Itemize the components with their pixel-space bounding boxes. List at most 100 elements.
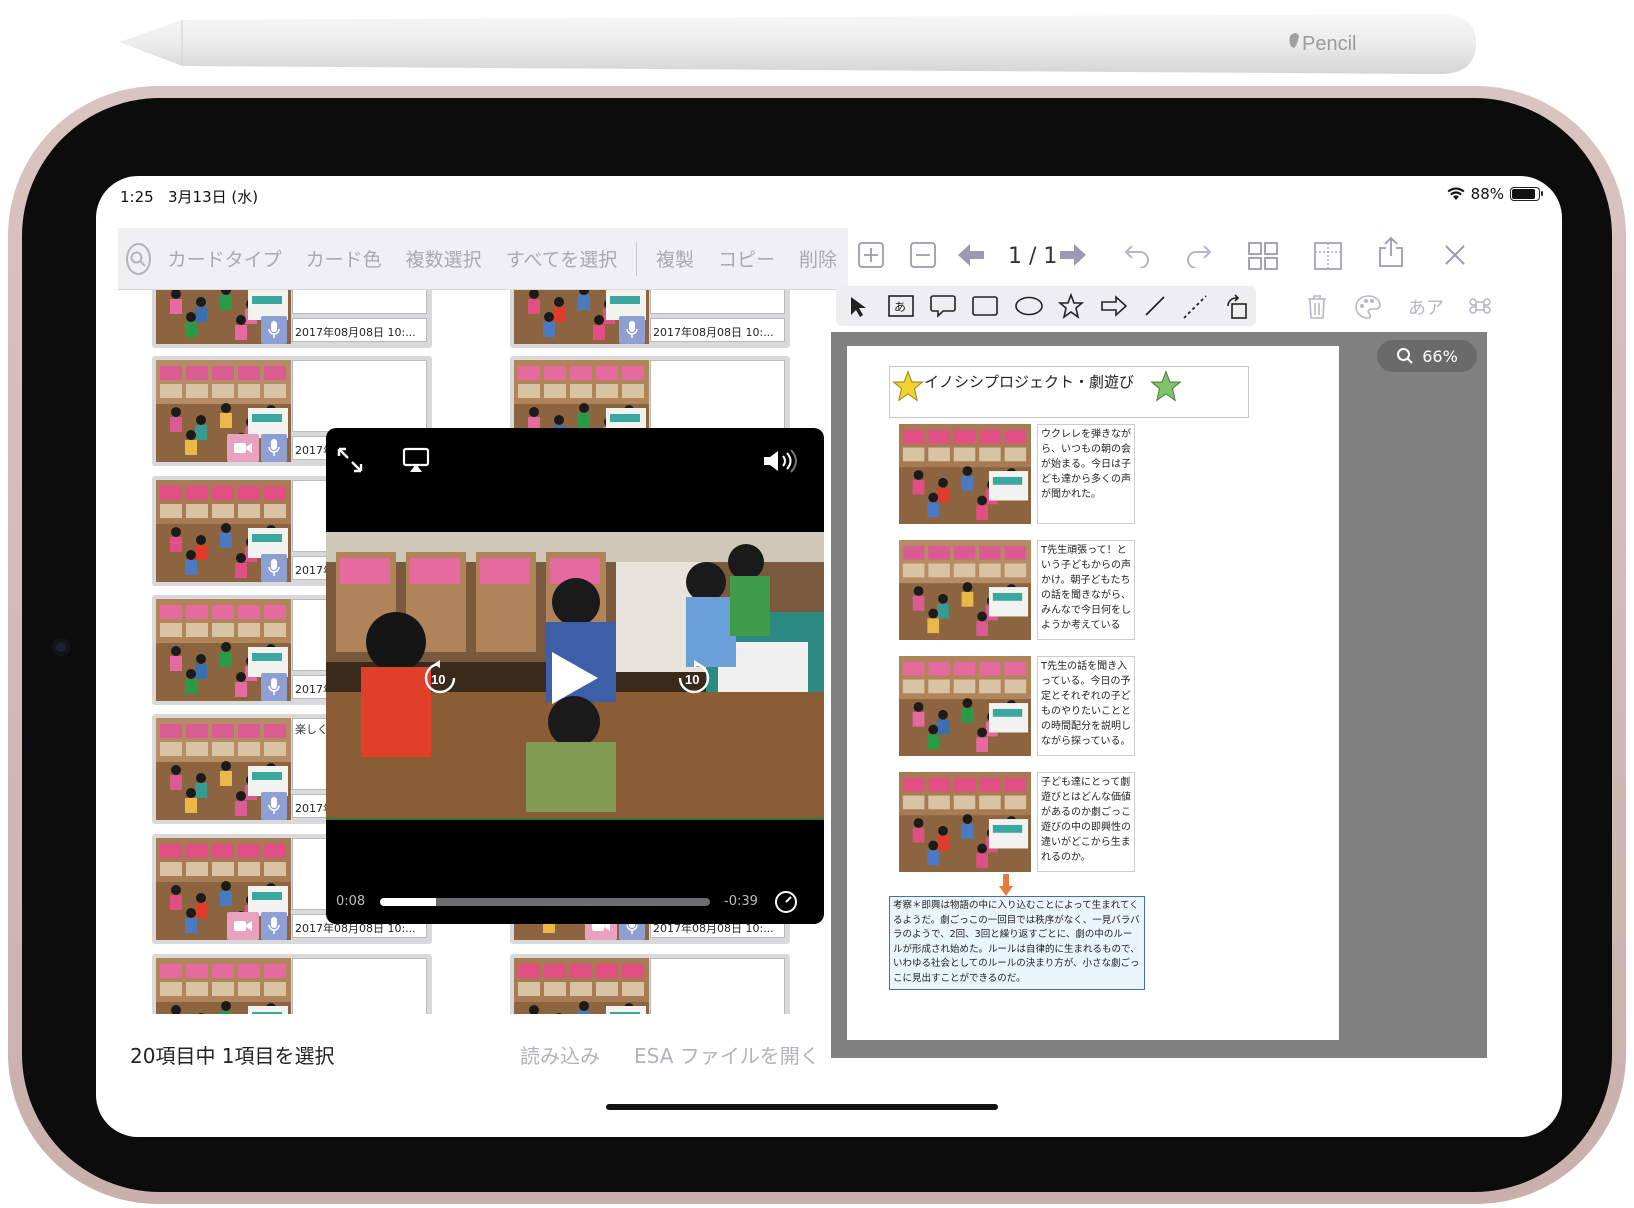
card-item[interactable]: 2017年08月08日 10:... bbox=[152, 954, 432, 1014]
card-item[interactable]: 2017年08月08日 10:... bbox=[510, 954, 790, 1014]
playback-speed-icon[interactable] bbox=[774, 890, 798, 914]
trash-icon[interactable] bbox=[1306, 294, 1328, 320]
add-page-icon[interactable] bbox=[858, 242, 884, 268]
yellow-star-icon bbox=[892, 370, 924, 402]
skip-back-icon[interactable]: 10 bbox=[422, 660, 458, 696]
volume-icon[interactable] bbox=[762, 448, 800, 474]
search-icon[interactable] bbox=[126, 242, 151, 275]
prev-page-icon[interactable] bbox=[956, 242, 986, 268]
card-footer: 20項目中 1項目を選択 読み込み ESA ファイルを開く bbox=[118, 1014, 848, 1108]
video-camera-icon bbox=[227, 912, 259, 940]
close-icon[interactable] bbox=[1444, 244, 1466, 266]
zoom-icon bbox=[1397, 348, 1413, 364]
microphone-icon bbox=[261, 912, 287, 940]
card-photo bbox=[514, 958, 649, 1014]
skip-forward-label: 10 bbox=[685, 672, 699, 687]
next-page-icon[interactable] bbox=[1058, 242, 1088, 268]
selection-count: 20項目中 1項目を選択 bbox=[130, 1044, 335, 1068]
card-info bbox=[292, 360, 427, 432]
note-text: T先生の話を聞き入っている。今日の予定とそれぞれの子どものやりたいこととの時間配… bbox=[1037, 656, 1135, 756]
card-item[interactable]: 子ども達の 2017年08月08日 10:... bbox=[510, 290, 790, 348]
layout-guide-icon[interactable] bbox=[1314, 242, 1342, 270]
apple-pencil: Pencil bbox=[120, 14, 1476, 74]
photo-note-row[interactable]: ウクレレを弾きながら、いつもの朝の会が始まる。今日は子ども達から多くの声が聞かれ… bbox=[899, 424, 1135, 524]
video-player[interactable]: 10 10 0:08 -0:39 bbox=[326, 428, 824, 924]
copy-button[interactable]: コピー bbox=[707, 245, 786, 272]
star-icon[interactable] bbox=[1058, 293, 1084, 319]
open-esa-button[interactable]: ESA ファイルを開く bbox=[634, 1040, 820, 1069]
command-icon[interactable] bbox=[1468, 294, 1492, 318]
photo-note-row[interactable]: T先生の話を聞き入っている。今日の予定とそれぞれの子どものやりたいこととの時間配… bbox=[899, 656, 1135, 756]
play-icon[interactable] bbox=[548, 650, 600, 706]
card-info bbox=[650, 958, 785, 1014]
grid-view-icon[interactable] bbox=[1248, 242, 1278, 270]
remove-page-icon[interactable] bbox=[910, 242, 936, 268]
fullscreen-icon[interactable] bbox=[336, 446, 364, 474]
home-indicator[interactable] bbox=[606, 1104, 998, 1110]
undo-icon[interactable] bbox=[1124, 242, 1152, 268]
document-page[interactable]: イノシシプロジェクト・劇遊び ウクレレを弾きながら、いつもの朝の会が始まる。今日… bbox=[847, 346, 1339, 1040]
card-type-button[interactable]: カードタイプ bbox=[157, 245, 293, 272]
delete-button[interactable]: 削除 bbox=[788, 245, 848, 272]
share-icon[interactable] bbox=[1378, 236, 1404, 268]
microphone-icon bbox=[261, 792, 287, 820]
ellipse-icon[interactable] bbox=[1014, 296, 1044, 316]
note-photo bbox=[899, 424, 1031, 524]
text-box-icon[interactable]: あ bbox=[888, 295, 914, 317]
card-info bbox=[292, 958, 427, 1014]
toolbar-divider bbox=[636, 241, 637, 276]
microphone-icon bbox=[261, 316, 287, 344]
conclusion-note[interactable]: 考察＊即興は物語の中に入り込むことによって生まれてくるようだ。劇ごっこの一回目で… bbox=[889, 896, 1145, 990]
wifi-icon bbox=[1447, 187, 1465, 200]
status-bar: 1:25 3月13日 (水) 88% bbox=[96, 176, 1562, 212]
card-info: 楽しく bbox=[292, 290, 427, 314]
arrow-shape-icon[interactable] bbox=[1100, 295, 1128, 317]
drawing-toolbar: あ あア bbox=[836, 284, 1541, 330]
card-color-button[interactable]: カード色 bbox=[295, 245, 393, 272]
video-elapsed: 0:08 bbox=[336, 894, 366, 909]
page-title: イノシシプロジェクト・劇遊び bbox=[924, 373, 1135, 391]
down-arrow-icon bbox=[999, 874, 1013, 896]
rotate-icon[interactable] bbox=[1224, 294, 1250, 320]
video-camera-icon bbox=[227, 434, 259, 462]
shape-tools: あ bbox=[836, 286, 1256, 326]
select-all-button[interactable]: すべてを選択 bbox=[495, 245, 629, 272]
card-toolbar: カードタイプ カード色 複数選択 すべてを選択 複製 コピー 削除 bbox=[118, 228, 848, 290]
green-star-icon bbox=[1150, 370, 1182, 402]
card-date: 2017年08月08日 10:... bbox=[292, 318, 427, 342]
note-text: ウクレレを弾きながら、いつもの朝の会が始まる。今日は子ども達から多くの声が聞かれ… bbox=[1037, 424, 1135, 524]
skip-forward-icon[interactable]: 10 bbox=[676, 660, 712, 696]
redo-icon[interactable] bbox=[1184, 242, 1212, 268]
video-scrubber[interactable] bbox=[380, 898, 710, 906]
dashed-line-icon[interactable] bbox=[1182, 294, 1208, 320]
speech-bubble-icon[interactable] bbox=[930, 294, 956, 318]
photo-note-row[interactable]: 子ども達にとって劇遊びとはどんな価値があるのか劇ごっこ遊びの中の即興性の違いがど… bbox=[899, 772, 1135, 872]
palette-icon[interactable] bbox=[1354, 294, 1382, 320]
document-canvas[interactable]: 66% イノシシプロジェクト・劇遊び ウクレレを弾きながら、いつもの朝の会が始ま… bbox=[831, 332, 1487, 1058]
ipad-device: 1:25 3月13日 (水) 88% カードタイプ カード色 複数選択 すべてを… bbox=[8, 86, 1626, 1204]
zoom-level: 66% bbox=[1422, 346, 1458, 366]
text-style-button[interactable]: あア bbox=[1408, 294, 1444, 320]
card-date: 2017年08月08日 10:... bbox=[650, 318, 785, 342]
microphone-icon bbox=[261, 434, 287, 462]
battery-percent: 88% bbox=[1470, 185, 1504, 203]
airplay-icon[interactable] bbox=[402, 446, 430, 474]
photo-note-row[interactable]: T先生頑張って！という子どもからの声かけ。朝子どもたちの話を聞きながら、みんなで… bbox=[899, 540, 1135, 640]
svg-text:あ: あ bbox=[894, 300, 906, 314]
status-time: 1:25 bbox=[120, 188, 154, 206]
title-box[interactable]: イノシシプロジェクト・劇遊び bbox=[889, 366, 1249, 418]
zoom-indicator[interactable]: 66% bbox=[1377, 340, 1477, 372]
note-photo bbox=[899, 540, 1031, 640]
card-item[interactable]: 楽しく 2017年08月08日 10:... bbox=[152, 290, 432, 348]
select-arrow-icon[interactable] bbox=[848, 295, 868, 319]
ipad-bezel: 1:25 3月13日 (水) 88% カードタイプ カード色 複数選択 すべてを… bbox=[22, 98, 1612, 1192]
rectangle-icon[interactable] bbox=[972, 296, 998, 316]
ipad-screen: 1:25 3月13日 (水) 88% カードタイプ カード色 複数選択 すべてを… bbox=[96, 176, 1562, 1137]
load-button[interactable]: 読み込み bbox=[520, 1040, 600, 1069]
line-icon[interactable] bbox=[1144, 295, 1166, 317]
pencil-brand: Pencil bbox=[1302, 33, 1356, 55]
multi-select-button[interactable]: 複数選択 bbox=[395, 245, 493, 272]
front-camera bbox=[52, 638, 70, 656]
card-photo bbox=[156, 958, 291, 1014]
duplicate-button[interactable]: 複製 bbox=[645, 245, 705, 272]
